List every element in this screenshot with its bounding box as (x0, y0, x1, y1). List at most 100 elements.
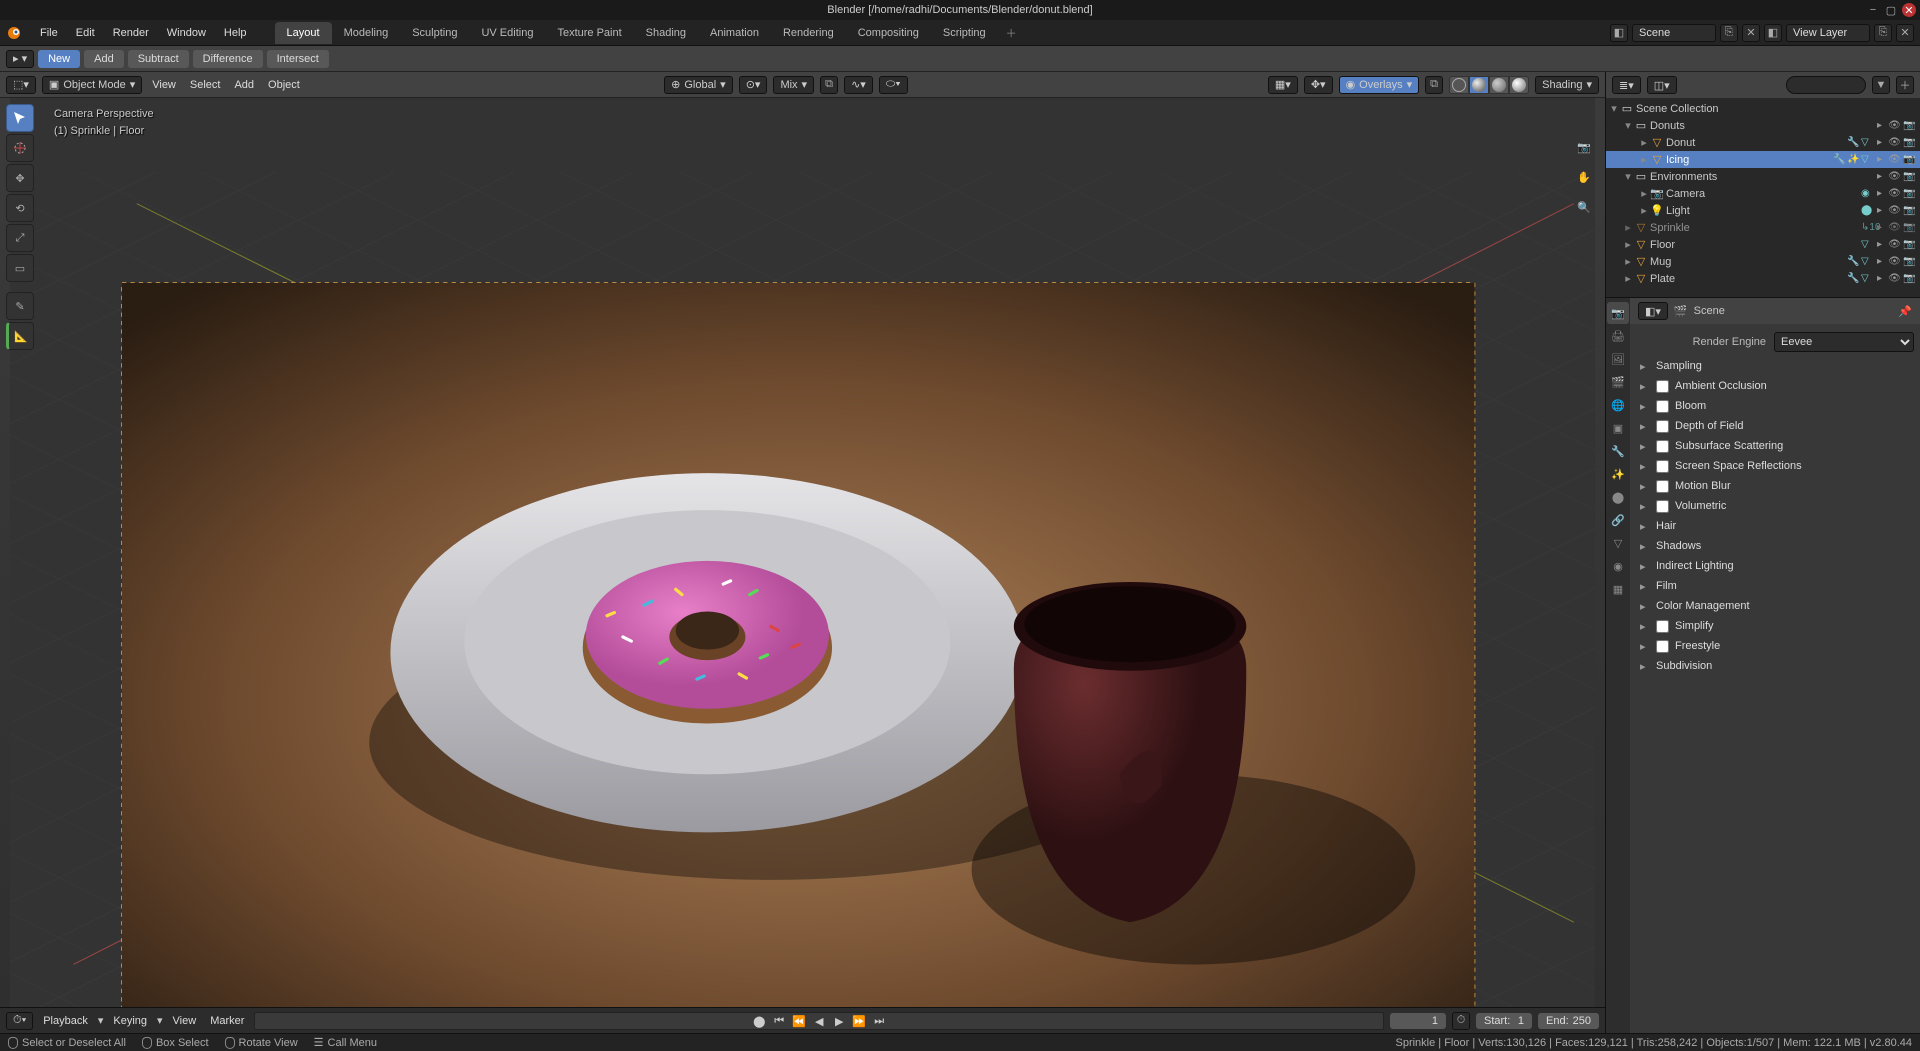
add-workspace-button[interactable]: ＋ (998, 21, 1025, 45)
panel-sampling[interactable]: ▸Sampling (1636, 356, 1914, 376)
timeline-marker[interactable]: Marker (206, 1013, 248, 1029)
start-frame-field[interactable]: Start:1 (1476, 1013, 1532, 1029)
viewport-3d[interactable]: ✥ ⟲ ⤢ ▭ ✎ 📐 Camera Perspective (1) Sprin… (0, 98, 1605, 1007)
disclosure-icon[interactable]: ▸ (1873, 256, 1886, 267)
jump-start-icon[interactable]: ⏮ (770, 1013, 788, 1031)
workspace-tab-shading[interactable]: Shading (634, 22, 698, 44)
eye-icon[interactable]: 👁 (1888, 137, 1901, 148)
pivot-dropdown[interactable]: ⊙▾ (739, 76, 768, 94)
editor-type-dropdown[interactable]: ⬚▾ (6, 76, 36, 94)
props-editor-dropdown[interactable]: ◧▾ (1638, 302, 1668, 320)
workspace-tab-layout[interactable]: Layout (275, 22, 332, 44)
panel-indirect-lighting[interactable]: ▸Indirect Lighting (1636, 556, 1914, 576)
viewlayer-field[interactable] (1786, 24, 1870, 42)
scene-field[interactable] (1632, 24, 1716, 42)
ptab-viewlayer[interactable]: 🖼 (1607, 348, 1629, 370)
camera-restrict-icon[interactable]: 📷 (1903, 154, 1916, 165)
camera-restrict-icon[interactable]: 📷 (1903, 205, 1916, 216)
overlays-dropdown[interactable]: ◉ Overlays ▾ (1339, 76, 1420, 94)
magnet-icon[interactable]: ⧉ (820, 76, 838, 94)
tree-row[interactable]: ▸▽Floor▽▸👁📷 (1606, 236, 1920, 253)
ptab-mesh[interactable]: ▽ (1607, 532, 1629, 554)
preview-range-icon[interactable]: ⏱ (1452, 1012, 1470, 1030)
panel-freestyle[interactable]: ▸Freestyle (1636, 636, 1914, 656)
outliner-search-input[interactable] (1786, 76, 1866, 94)
select-box-tool[interactable] (6, 104, 34, 132)
bool-intersect[interactable]: Intersect (267, 50, 329, 68)
close-icon[interactable]: ✕ (1902, 3, 1916, 17)
panel-checkbox[interactable] (1656, 500, 1669, 513)
gizmo-dropdown[interactable]: ✥▾ (1304, 76, 1333, 94)
panel-ambient-occlusion[interactable]: ▸Ambient Occlusion (1636, 376, 1914, 396)
outliner-tree[interactable]: ▾ ▭ Scene Collection ▾▭Donuts▸👁📷▸▽Donut🔧… (1606, 98, 1920, 297)
disclosure-icon[interactable]: ▸ (1873, 188, 1886, 199)
menu-window[interactable]: Window (159, 23, 214, 43)
panel-checkbox[interactable] (1656, 620, 1669, 633)
annotate-tool[interactable]: ✎ (6, 292, 34, 320)
solid-mode-button[interactable] (1469, 76, 1489, 94)
auto-key-icon[interactable]: ⬤ (750, 1013, 768, 1031)
vp-menu-select[interactable]: Select (186, 77, 225, 93)
pin-icon[interactable]: 📌 (1898, 305, 1912, 318)
workspace-tab-compositing[interactable]: Compositing (846, 22, 931, 44)
camera-restrict-icon[interactable]: 📷 (1903, 239, 1916, 250)
tree-row[interactable]: ▸▽Mug🔧▽▸👁📷 (1606, 253, 1920, 270)
xray-icon[interactable]: ⧉ (1425, 76, 1443, 94)
eye-icon[interactable]: 👁 (1888, 256, 1901, 267)
zoom-icon[interactable]: 🔍 (1573, 196, 1595, 218)
minimize-icon[interactable]: − (1866, 3, 1880, 17)
menu-edit[interactable]: Edit (68, 23, 103, 43)
ptab-texture[interactable]: ▦ (1607, 578, 1629, 600)
eye-icon[interactable]: 👁 (1888, 222, 1901, 233)
disclosure-icon[interactable]: ▸ (1873, 222, 1886, 233)
panel-subdivision[interactable]: ▸Subdivision (1636, 656, 1914, 676)
camera-restrict-icon[interactable]: 📷 (1903, 273, 1916, 284)
disclosure-icon[interactable]: ▸ (1873, 120, 1886, 131)
proportional-falloff-dropdown[interactable]: ⬭▾ (879, 76, 908, 94)
disclosure-icon[interactable]: ▸ (1873, 137, 1886, 148)
timeline-playback[interactable]: Playback (39, 1013, 92, 1029)
maximize-icon[interactable]: ▢ (1884, 3, 1898, 17)
ptab-world[interactable]: 🌐 (1607, 394, 1629, 416)
disclosure-icon[interactable]: ▸ (1873, 273, 1886, 284)
panel-checkbox[interactable] (1656, 460, 1669, 473)
current-frame-field[interactable]: 1 (1390, 1013, 1446, 1029)
panel-checkbox[interactable] (1656, 640, 1669, 653)
panel-checkbox[interactable] (1656, 420, 1669, 433)
camera-restrict-icon[interactable]: 📷 (1903, 171, 1916, 182)
menu-file[interactable]: File (32, 23, 66, 43)
ptab-object[interactable]: ▣ (1607, 417, 1629, 439)
camera-restrict-icon[interactable]: 📷 (1903, 256, 1916, 267)
outliner-display-dropdown[interactable]: ≣▾ (1612, 76, 1641, 94)
camera-restrict-icon[interactable]: 📷 (1903, 137, 1916, 148)
disclosure-icon[interactable]: ▸ (1873, 171, 1886, 182)
ptab-constraint[interactable]: 🔗 (1607, 509, 1629, 531)
orientation-dropdown[interactable]: ⊕ Global ▾ (664, 76, 733, 94)
ptab-particles[interactable]: ✨ (1607, 463, 1629, 485)
vp-menu-add[interactable]: Add (230, 77, 258, 93)
eye-icon[interactable]: 👁 (1888, 239, 1901, 250)
tree-row[interactable]: ▾▭Donuts▸👁📷 (1606, 117, 1920, 134)
tree-row[interactable]: ▸▽Icing🔧✨▽▸👁📷 (1606, 151, 1920, 168)
jump-end-icon[interactable]: ⏭ (870, 1013, 888, 1031)
camera-view-icon[interactable]: 📷 (1573, 136, 1595, 158)
panel-motion-blur[interactable]: ▸Motion Blur (1636, 476, 1914, 496)
bool-add[interactable]: Add (84, 50, 124, 68)
panel-checkbox[interactable] (1656, 440, 1669, 453)
eye-icon[interactable]: 👁 (1888, 154, 1901, 165)
panel-checkbox[interactable] (1656, 400, 1669, 413)
workspace-tab-rendering[interactable]: Rendering (771, 22, 846, 44)
scene-delete-icon[interactable]: ✕ (1742, 24, 1760, 42)
rotate-tool[interactable]: ⟲ (6, 194, 34, 222)
rendered-mode-button[interactable] (1509, 76, 1529, 94)
workspace-tab-scripting[interactable]: Scripting (931, 22, 998, 44)
bool-new[interactable]: New (38, 50, 80, 68)
timeline-track[interactable]: ⬤ ⏮ ⏪ ◀ ▶ ⏩ ⏭ (254, 1012, 1384, 1030)
eye-icon[interactable]: 👁 (1888, 188, 1901, 199)
timeline-view[interactable]: View (169, 1013, 201, 1029)
ptab-scene[interactable]: 🎬 (1607, 371, 1629, 393)
render-engine-select[interactable]: Eevee (1774, 332, 1914, 352)
timeline-editor-dropdown[interactable]: ⏱▾ (6, 1012, 33, 1030)
ptab-output[interactable]: 🖨 (1607, 325, 1629, 347)
bool-difference[interactable]: Difference (193, 50, 263, 68)
